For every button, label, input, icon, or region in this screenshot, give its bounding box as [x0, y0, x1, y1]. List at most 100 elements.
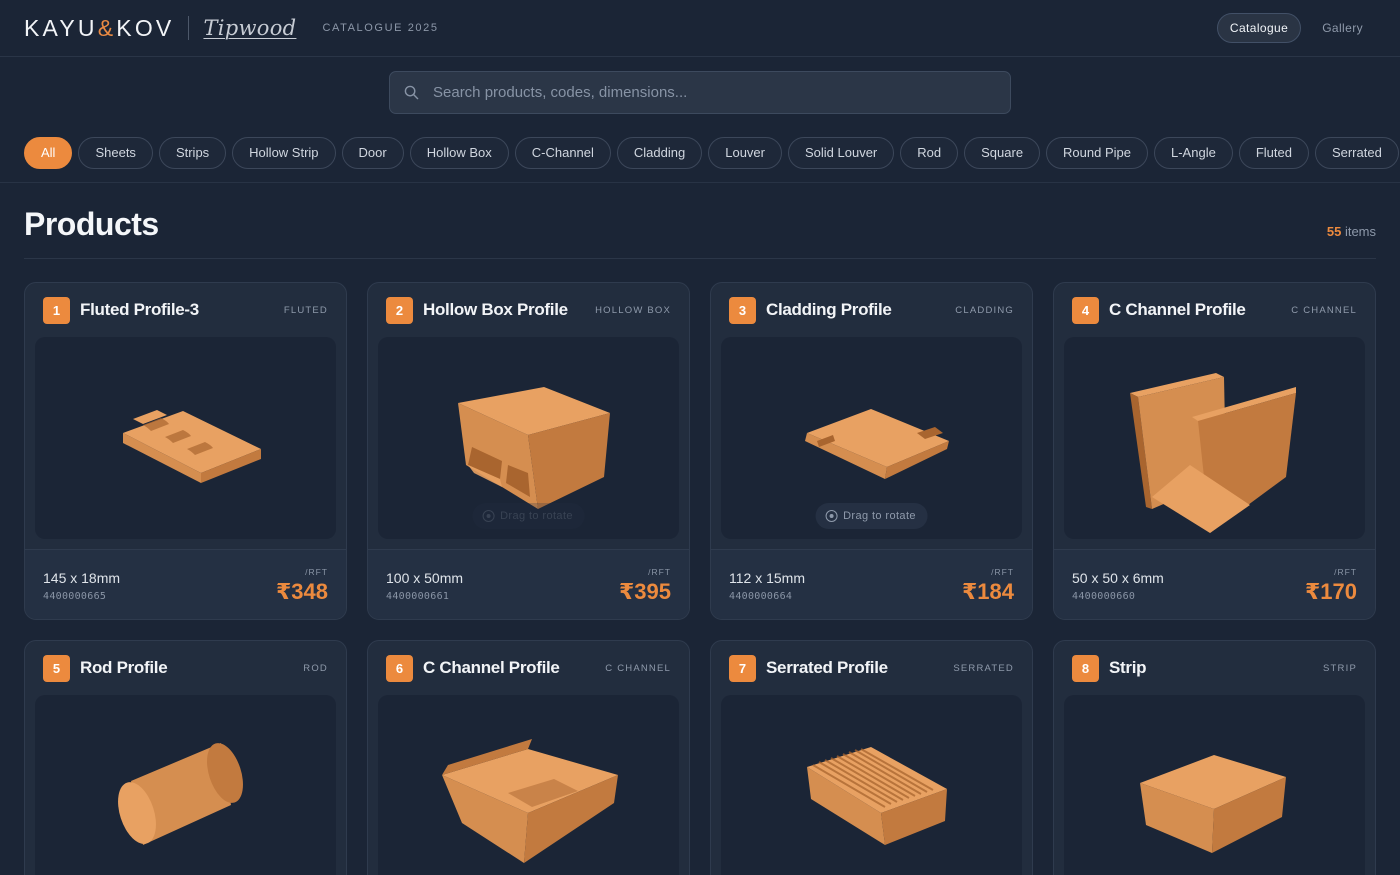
product-number-badge: 7	[729, 654, 756, 682]
product-code: 4400000665	[43, 591, 107, 602]
product-category-label: C CHANNEL	[605, 662, 671, 674]
product-card-header: 3 Cladding Profile CLADDING	[711, 283, 1032, 337]
drag-to-rotate-hint: Drag to rotate	[815, 503, 928, 529]
filter-chip-rod[interactable]: Rod	[900, 137, 959, 169]
filter-chip-serrated[interactable]: Serrated	[1314, 137, 1399, 169]
filter-chip-sheets[interactable]: Sheets	[78, 137, 153, 169]
product-dimensions: 112 x 15mm	[729, 570, 805, 586]
product-number-badge: 1	[43, 296, 70, 324]
filter-chip-door[interactable]: Door	[341, 137, 404, 169]
filter-chip-square[interactable]: Square	[964, 137, 1041, 169]
product-category-label: ROD	[303, 662, 328, 674]
product-card-header: 7 Serrated Profile SERRATED	[711, 641, 1032, 695]
filter-chip-hollow-box[interactable]: Hollow Box	[409, 137, 509, 169]
product-card[interactable]: 5 Rod Profile ROD	[24, 640, 347, 875]
product-card-header: 8 Strip STRIP	[1054, 641, 1375, 695]
price-unit: /RFT	[648, 567, 671, 577]
search-icon	[404, 85, 419, 100]
product-model-image	[123, 410, 261, 483]
product-category-label: STRIP	[1323, 662, 1357, 674]
rotate-icon	[825, 510, 838, 522]
header: KAYU&KOV Tipwood CATALOGUE 2025 Catalogu…	[0, 0, 1400, 57]
product-model-image	[118, 743, 243, 845]
filter-chip-fluted[interactable]: Fluted	[1238, 137, 1309, 169]
product-3d-viewer[interactable]: Drag to rotate	[721, 337, 1022, 539]
product-card-footer: 50 x 50 x 6mm 4400000660 /RFT ₹170	[1054, 549, 1375, 619]
product-category-label: FLUTED	[283, 304, 328, 316]
product-dimensions: 145 x 18mm	[43, 570, 121, 586]
product-name: C Channel Profile	[423, 658, 560, 677]
product-name: C Channel Profile	[1109, 300, 1246, 319]
catalogue-label: CATALOGUE 2025	[322, 22, 439, 34]
brand-logo[interactable]: KAYU&KOV Tipwood	[24, 15, 296, 42]
product-card[interactable]: 6 C Channel Profile C CHANNEL	[367, 640, 690, 875]
product-price: ₹170	[1304, 579, 1357, 604]
product-code: 4400000664	[729, 591, 793, 602]
search-input[interactable]	[433, 84, 973, 101]
top-nav: Catalogue Gallery	[1216, 13, 1376, 43]
drag-hint-label: Drag to rotate	[500, 510, 573, 522]
price-unit: /RFT	[305, 567, 328, 577]
product-card-footer: 100 x 50mm 4400000661 /RFT ₹395	[368, 549, 689, 619]
product-3d-viewer[interactable]: Drag to rotate	[378, 337, 679, 539]
product-name: Cladding Profile	[766, 300, 892, 319]
product-card[interactable]: 4 C Channel Profile C CHANNEL 50 x 50 x …	[1053, 282, 1376, 620]
brand-divider	[188, 16, 190, 40]
filter-chip-cladding[interactable]: Cladding	[616, 137, 703, 169]
filter-chip-l-angle[interactable]: L-Angle	[1154, 137, 1233, 169]
product-3d-viewer[interactable]	[378, 695, 679, 875]
nav-gallery-button[interactable]: Gallery	[1309, 13, 1376, 43]
product-card-footer: 112 x 15mm 4400000664 /RFT ₹184	[711, 549, 1032, 619]
filter-chip-louver[interactable]: Louver	[708, 137, 782, 169]
drag-hint-label: Drag to rotate	[843, 510, 916, 522]
filter-chip-all[interactable]: All	[24, 137, 73, 169]
product-number-badge: 3	[729, 296, 756, 324]
product-3d-viewer[interactable]	[1064, 695, 1365, 875]
product-3d-viewer[interactable]	[721, 695, 1022, 875]
product-number-badge: 8	[1072, 654, 1099, 682]
product-card-header: 4 C Channel Profile C CHANNEL	[1054, 283, 1375, 337]
product-category-label: HOLLOW BOX	[595, 304, 671, 316]
product-dimensions: 100 x 50mm	[386, 570, 464, 586]
brand-name: KAYU&KOV	[24, 14, 175, 41]
brand-sub-logo: Tipwood	[203, 16, 297, 40]
filter-chip-c-channel[interactable]: C-Channel	[514, 137, 611, 169]
product-card[interactable]: 8 Strip STRIP	[1053, 640, 1376, 875]
items-count: 55 items	[1326, 224, 1376, 239]
page-title: Products	[24, 206, 159, 242]
product-price: ₹348	[275, 579, 328, 604]
product-model-image	[807, 747, 947, 845]
product-name: Serrated Profile	[766, 658, 888, 677]
nav-catalogue-button[interactable]: Catalogue	[1216, 13, 1302, 43]
product-card-header: 1 Fluted Profile-3 FLUTED	[25, 283, 346, 337]
search-bar	[389, 71, 1011, 114]
product-number-badge: 6	[386, 654, 413, 682]
filter-chip-round-pipe[interactable]: Round Pipe	[1046, 137, 1148, 169]
product-code: 4400000661	[386, 591, 450, 602]
product-name: Strip	[1109, 658, 1147, 677]
category-filter-bar: All Sheets Strips Hollow Strip Door Hollow Bo…	[24, 137, 1400, 169]
filter-chip-solid-louver[interactable]: Solid Louver	[787, 137, 895, 169]
product-number-badge: 4	[1072, 296, 1099, 324]
price-unit: /RFT	[1334, 567, 1357, 577]
product-code: 4400000660	[1072, 591, 1136, 602]
filter-chip-hollow-strip[interactable]: Hollow Strip	[232, 137, 336, 169]
product-3d-viewer[interactable]	[35, 337, 336, 539]
rotate-icon	[482, 510, 495, 522]
product-category-label: CLADDING	[955, 304, 1014, 316]
product-dimensions: 50 x 50 x 6mm	[1072, 570, 1164, 586]
product-card[interactable]: 2 Hollow Box Profile HOLLOW BOX Drag to …	[367, 282, 690, 620]
filter-chip-strips[interactable]: Strips	[158, 137, 227, 169]
product-category-label: C CHANNEL	[1291, 304, 1357, 316]
product-name: Hollow Box Profile	[423, 300, 568, 319]
filters-divider	[0, 182, 1400, 183]
product-card-header: 6 C Channel Profile C CHANNEL	[368, 641, 689, 695]
product-3d-viewer[interactable]	[35, 695, 336, 875]
product-card[interactable]: 1 Fluted Profile-3 FLUTED 145 x 18mm 440…	[24, 282, 347, 620]
product-card-header: 2 Hollow Box Profile HOLLOW BOX	[368, 283, 689, 337]
product-card[interactable]: 7 Serrated Profile SERRATED	[710, 640, 1033, 875]
product-card[interactable]: 3 Cladding Profile CLADDING Drag to rota…	[710, 282, 1033, 620]
product-price: ₹184	[961, 579, 1014, 604]
product-3d-viewer[interactable]	[1064, 337, 1365, 539]
product-price: ₹395	[618, 579, 671, 604]
